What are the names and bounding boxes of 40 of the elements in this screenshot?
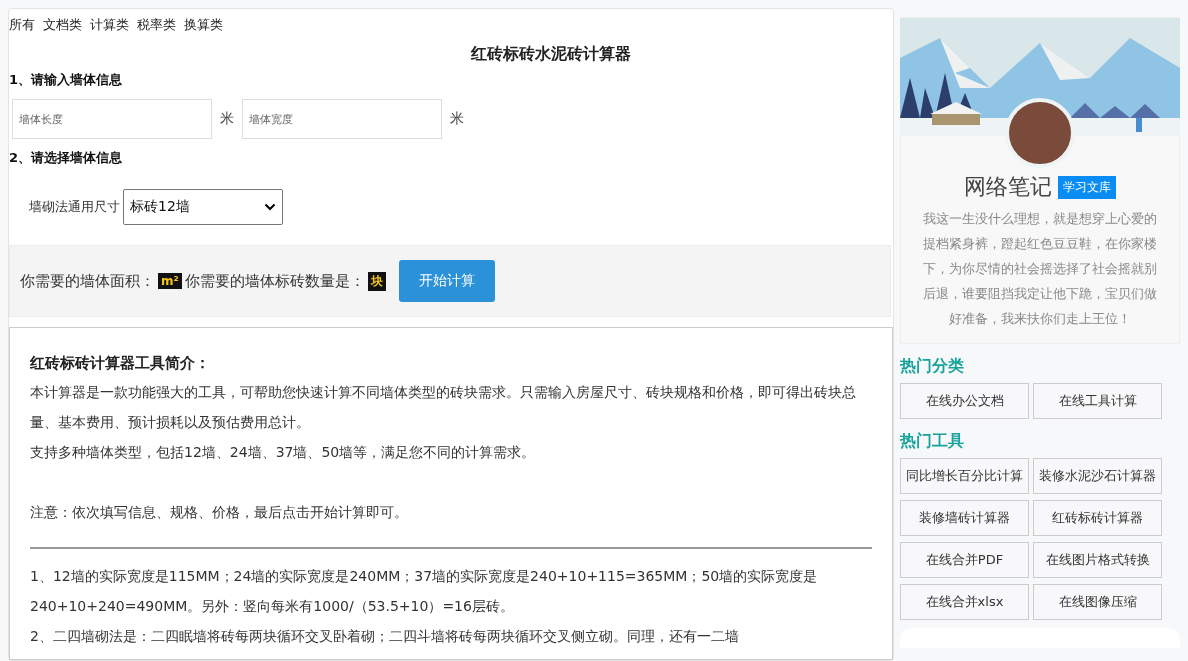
category-link[interactable]: 所有 <box>9 16 35 34</box>
note-text: 注意：依次填写信息、规格、价格，最后点击开始计算即可。 <box>30 503 409 522</box>
section-heading: 热门工具 <box>900 431 965 452</box>
profile-bio: 我这一生没什么理想，就是想穿上心爱的提档紧身裤，蹬起红色豆豆鞋，在你家楼下，为你尽情的社会摇选择了社会摇就别后退，谁要阻挡我定让他下跪，宝贝们做好准备，我来扶你们走上王位！ <box>922 210 1158 328</box>
chevron-down-icon <box>264 203 276 211</box>
select-label: 墙砌法通用尺寸 <box>29 198 120 216</box>
category-link[interactable]: 计算类 <box>90 16 129 34</box>
category-link[interactable]: 文档类 <box>43 16 82 34</box>
tool-link[interactable]: 在线合并PDF <box>900 542 1029 578</box>
wall-type-select[interactable]: 标砖12墙 <box>123 189 283 225</box>
category-link[interactable]: 税率类 <box>137 16 176 34</box>
unit-label: 米 <box>220 110 234 128</box>
category-link[interactable]: 在线工具计算 <box>1033 383 1162 419</box>
tool-link[interactable]: 装修墙砖计算器 <box>900 500 1029 536</box>
note-paragraph: 1、12墙的实际宽度是115MM；24墙的实际宽度是240MM；37墙的实际宽度是240+10+115=365MM；50墙的实际宽度是240+10+240=490MM。另外：竖向每米有1000/（53.5+10）=16层砖。 <box>30 567 819 616</box>
unit-label: 米 <box>450 110 464 128</box>
intro-paragraph: 本计算器是一款功能强大的工具，可帮助您快速计算不同墙体类型的砖块需求。只需输入房屋尺寸、砖块规格和价格，即可得出砖块总量、基本费用、预计损耗以及预估费用总计。 <box>30 383 857 432</box>
result-label: 你需要的墙体面积： <box>20 271 155 291</box>
result-label: 你需要的墙体标砖数量是： <box>184 271 365 291</box>
section-heading: 2、请选择墙体信息 <box>9 149 124 167</box>
page-title: 红砖标砖水泥砖计算器 <box>470 44 631 65</box>
profile-badge: 学习文库 <box>1058 175 1116 199</box>
category-link[interactable]: 换算类 <box>184 16 223 34</box>
input-field[interactable]: 墙体长度 <box>12 99 212 139</box>
tool-link[interactable]: 在线图像压缩 <box>1033 584 1162 620</box>
category-link[interactable]: 在线办公文档 <box>900 383 1029 419</box>
unit-tag: 块 <box>367 271 386 291</box>
section-heading: 热门分类 <box>900 356 965 377</box>
input-field[interactable]: 墙体宽度 <box>242 99 442 139</box>
tool-link[interactable]: 装修水泥沙石计算器 <box>1033 458 1162 494</box>
tool-link[interactable]: 红砖标砖计算器 <box>1033 500 1162 536</box>
profile-name: 网络笔记 <box>964 173 1052 201</box>
section-heading: 1、请输入墙体信息 <box>9 71 124 89</box>
tool-link[interactable]: 在线合并xlsx <box>900 584 1029 620</box>
tool-link[interactable]: 在线图片格式转换 <box>1033 542 1162 578</box>
intro-paragraph: 支持多种墙体类型，包括12墙、24墙、37墙、50墙等，满足您不同的计算需求。 <box>30 443 537 462</box>
tool-link[interactable]: 同比增长百分比计算 <box>900 458 1029 494</box>
unit-tag: m² <box>158 273 182 289</box>
intro-heading: 红砖标砖计算器工具简介： <box>30 354 211 373</box>
note-paragraph: 2、二四墙砌法是：二四眠墙将砖每两块循环交叉卧着砌；二四斗墙将砖每两块循环交叉侧立砌。同理，还有一二墙 <box>30 627 740 646</box>
